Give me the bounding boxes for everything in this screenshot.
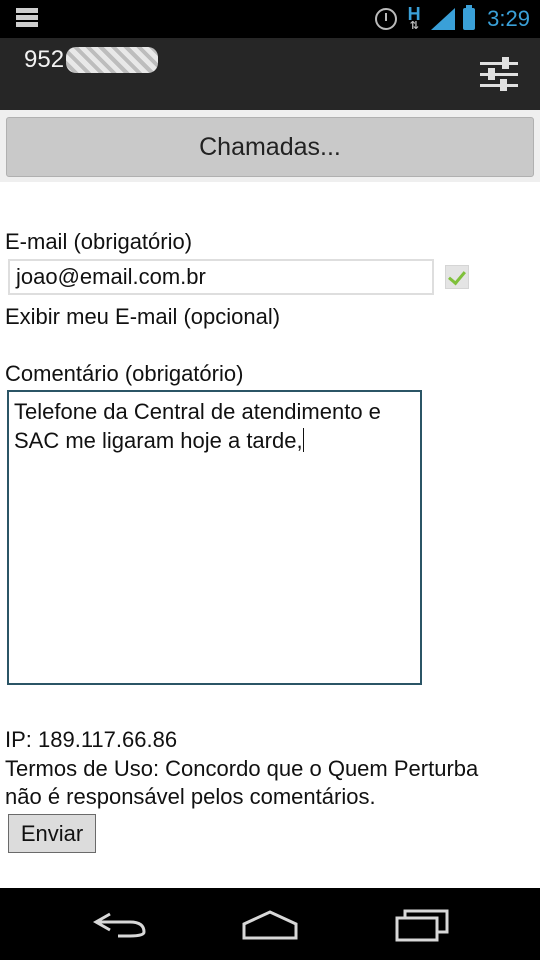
show-email-label: Exibir meu E-mail (opcional) — [5, 304, 281, 329]
terms-line-1: Termos de Uso: Concordo que o Quem Pertu… — [5, 756, 479, 781]
signal-icon — [431, 8, 456, 30]
page-title: 952 — [24, 46, 159, 74]
email-label: E-mail (obrigatório) — [5, 229, 193, 254]
menu-grid-icon — [16, 8, 38, 30]
sliders-icon[interactable] — [480, 56, 518, 92]
terms-line-2: não é responsável pelos comentários. — [5, 784, 376, 809]
network-h-icon: H ⇅ — [407, 3, 421, 32]
comment-text: Telefone da Central de atendimento e SAC… — [14, 399, 381, 453]
battery-icon — [463, 5, 476, 30]
redacted-digits — [66, 47, 159, 73]
action-bar: 952 — [0, 38, 540, 110]
status-bar: H ⇅ 3:29 — [0, 0, 540, 38]
phone-number-prefix: 952 — [24, 46, 65, 73]
status-time: 3:29 — [487, 6, 530, 31]
comment-label: Comentário (obrigatório) — [5, 361, 244, 386]
calls-button[interactable]: Chamadas... — [6, 117, 534, 177]
show-email-checkbox[interactable] — [445, 265, 469, 289]
recents-icon[interactable] — [393, 906, 453, 942]
alarm-icon — [375, 8, 398, 30]
comment-textarea[interactable]: Telefone da Central de atendimento e SAC… — [7, 390, 422, 685]
ip-text: IP: 189.117.66.86 — [5, 727, 178, 752]
email-field[interactable]: joao@email.com.br — [8, 259, 434, 295]
back-icon[interactable] — [90, 906, 150, 942]
home-icon[interactable] — [240, 906, 300, 942]
navigation-bar — [0, 888, 540, 960]
send-button[interactable]: Enviar — [8, 814, 96, 853]
